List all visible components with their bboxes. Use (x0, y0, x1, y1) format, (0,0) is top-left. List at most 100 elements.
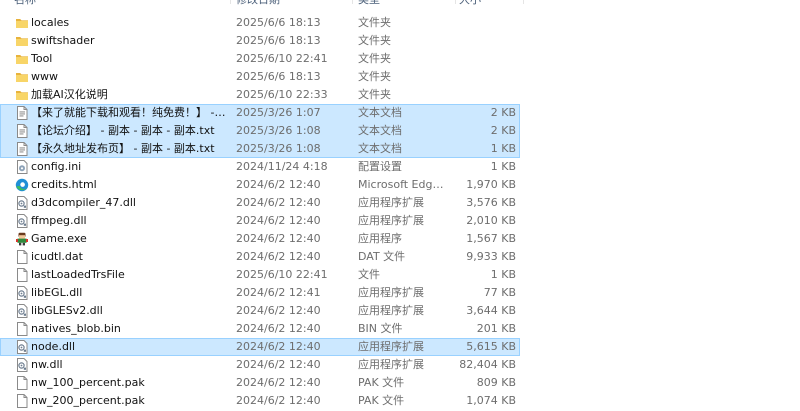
dll-file-icon (15, 358, 29, 372)
folder-icon (15, 88, 29, 102)
file-row[interactable]: nw.dll 2024/6/2 12:40 应用程序扩展 82,404 KB (0, 356, 520, 374)
folder-icon (15, 34, 29, 48)
file-name: config.ini (31, 160, 82, 173)
column-header-name[interactable]: 名称 (14, 0, 134, 9)
file-name: libEGL.dll (31, 286, 83, 299)
file-size: 82,404 KB (459, 358, 516, 371)
file-name: icudtl.dat (31, 250, 83, 263)
file-row[interactable]: 加载AI汉化说明 2025/6/10 22:33 文件夹 (0, 86, 520, 104)
file-type: 文件夹 (358, 34, 391, 47)
file-size: 809 KB (476, 376, 516, 389)
file-modified-date: 2025/6/10 22:41 (236, 268, 328, 281)
text-document-icon (15, 106, 29, 120)
file-row[interactable]: credits.html 2024/6/2 12:40 Microsoft Edge… (0, 176, 520, 194)
file-list-view: 名称 修改日期 类型 大小 locales2025/6/6 18:13文件夹sw… (0, 0, 800, 408)
file-name: nw_100_percent.pak (31, 376, 145, 389)
file-type: 应用程序扩展 (358, 304, 424, 317)
file-row[interactable]: d3dcompiler_47.dll 2024/6/2 12:40 应用程序扩展 3,… (0, 194, 520, 212)
column-separator[interactable] (455, 0, 456, 4)
file-modified-date: 2024/6/2 12:40 (236, 232, 321, 245)
text-document-icon (15, 124, 29, 138)
file-modified-date: 2025/3/26 1:08 (236, 142, 321, 155)
dll-file-icon (15, 196, 29, 210)
file-size: 77 KB (483, 286, 516, 299)
file-type: 应用程序扩展 (358, 358, 424, 371)
blank-file-icon (15, 376, 29, 390)
file-name: ffmpeg.dll (31, 214, 87, 227)
blank-file-icon (15, 250, 29, 264)
file-type: 配置设置 (358, 160, 402, 173)
file-modified-date: 2024/11/24 4:18 (236, 160, 328, 173)
file-size: 1 KB (490, 160, 516, 173)
file-name: libGLESv2.dll (31, 304, 103, 317)
file-row[interactable]: ffmpeg.dll 2024/6/2 12:40 应用程序扩展 2,010 KB (0, 212, 520, 230)
file-name: locales (31, 16, 70, 29)
file-name: 【永久地址发布页】 - 副本 - 副本.txt (31, 142, 215, 155)
file-size: 3,644 KB (466, 304, 516, 317)
column-header-date[interactable]: 修改日期 (236, 0, 336, 9)
column-header-bar: 名称 修改日期 类型 大小 (0, 0, 524, 9)
file-modified-date: 2024/6/2 12:40 (236, 214, 321, 227)
file-modified-date: 2024/6/2 12:40 (236, 304, 321, 317)
column-separator[interactable] (230, 0, 231, 4)
blank-file-icon (15, 394, 29, 408)
file-row[interactable]: 【来了就能下载和观看！纯免费！】 - 副... 2025/3/26 1:07 文本文… (0, 104, 520, 122)
column-header-size[interactable]: 大小 (459, 0, 509, 9)
file-rows: locales 2025/6/6 18:13 文件夹 swiftshader 2025/… (0, 14, 524, 410)
file-type: PAK 文件 (358, 376, 405, 389)
file-type: 文件 (358, 268, 380, 281)
file-row[interactable]: libGLESv2.dll 2024/6/2 12:40 应用程序扩展 3,644 K… (0, 302, 520, 320)
file-name: lastLoadedTrsFile (31, 268, 125, 281)
file-modified-date: 2024/6/2 12:40 (236, 358, 321, 371)
file-row[interactable]: www 2025/6/6 18:13 文件夹 (0, 68, 520, 86)
file-row[interactable]: config.ini 2024/11/24 4:18 配置设置 1 KB (0, 158, 520, 176)
blank-file-icon (15, 322, 29, 336)
column-header-type[interactable]: 类型 (358, 0, 438, 9)
file-row[interactable]: nw_200_percent.pak 2024/6/2 12:40 PAK 文件 1,… (0, 392, 520, 410)
file-modified-date: 2024/6/2 12:40 (236, 178, 321, 191)
file-row[interactable]: node.dll 2024/6/2 12:40 应用程序扩展 5,615 KB (0, 338, 520, 356)
text-document-icon (15, 142, 29, 156)
file-size: 1 KB (490, 268, 516, 281)
file-row[interactable]: libEGL.dll 2024/6/2 12:41 应用程序扩展 77 KB (0, 284, 520, 302)
file-row[interactable]: swiftshader 2025/6/6 18:13 文件夹 (0, 32, 520, 50)
column-separator[interactable] (352, 0, 353, 4)
file-name: credits.html (31, 178, 97, 191)
file-modified-date: 2025/6/10 22:33 (236, 88, 328, 101)
game-exe-icon (15, 232, 29, 246)
column-separator[interactable] (523, 0, 524, 4)
file-size (440, 50, 516, 68)
file-size: 201 KB (476, 322, 516, 335)
file-row[interactable]: natives_blob.bin 2024/6/2 12:40 BIN 文件 201 … (0, 320, 520, 338)
file-size: 1,567 KB (466, 232, 516, 245)
file-type: 文本文档 (358, 124, 402, 137)
file-modified-date: 2024/6/2 12:40 (236, 196, 321, 209)
file-row[interactable]: 【论坛介绍】 - 副本 - 副本 - 副本.txt 2025/3/26 1:08 文… (0, 122, 520, 140)
file-modified-date: 2025/6/6 18:13 (236, 34, 321, 47)
file-type: PAK 文件 (358, 394, 405, 407)
folder-icon (15, 16, 29, 30)
file-row[interactable]: locales 2025/6/6 18:13 文件夹 (0, 14, 520, 32)
file-name: nw_200_percent.pak (31, 394, 145, 407)
file-type: DAT 文件 (358, 250, 406, 263)
file-row[interactable]: icudtl.dat 2024/6/2 12:40 DAT 文件 9,933 KB (0, 248, 520, 266)
file-modified-date: 2025/6/10 22:41 (236, 52, 328, 65)
file-name: 【来了就能下载和观看！纯免费！】 - 副... (31, 106, 227, 119)
file-name: node.dll (31, 340, 76, 353)
file-row[interactable]: lastLoadedTrsFile 2025/6/10 22:41 文件 1 KB (0, 266, 520, 284)
file-modified-date: 2024/6/2 12:40 (236, 376, 321, 389)
file-row[interactable]: Game.exe 2024/6/2 12:40 应用程序 1,567 KB (0, 230, 520, 248)
file-type: 文件夹 (358, 16, 391, 29)
file-name: natives_blob.bin (31, 322, 121, 335)
file-name: nw.dll (31, 358, 63, 371)
file-name: www (31, 70, 58, 83)
file-size (440, 14, 516, 32)
settings-file-icon (15, 160, 29, 174)
file-row[interactable]: Tool 2025/6/10 22:41 文件夹 (0, 50, 520, 68)
file-row[interactable]: nw_100_percent.pak 2024/6/2 12:40 PAK 文件 80… (0, 374, 520, 392)
file-modified-date: 2025/6/6 18:13 (236, 16, 321, 29)
file-type: 文件夹 (358, 52, 391, 65)
file-modified-date: 2025/6/6 18:13 (236, 70, 321, 83)
file-row[interactable]: 【永久地址发布页】 - 副本 - 副本.txt 2025/3/26 1:08 文本文… (0, 140, 520, 158)
file-type: 应用程序扩展 (358, 196, 424, 209)
